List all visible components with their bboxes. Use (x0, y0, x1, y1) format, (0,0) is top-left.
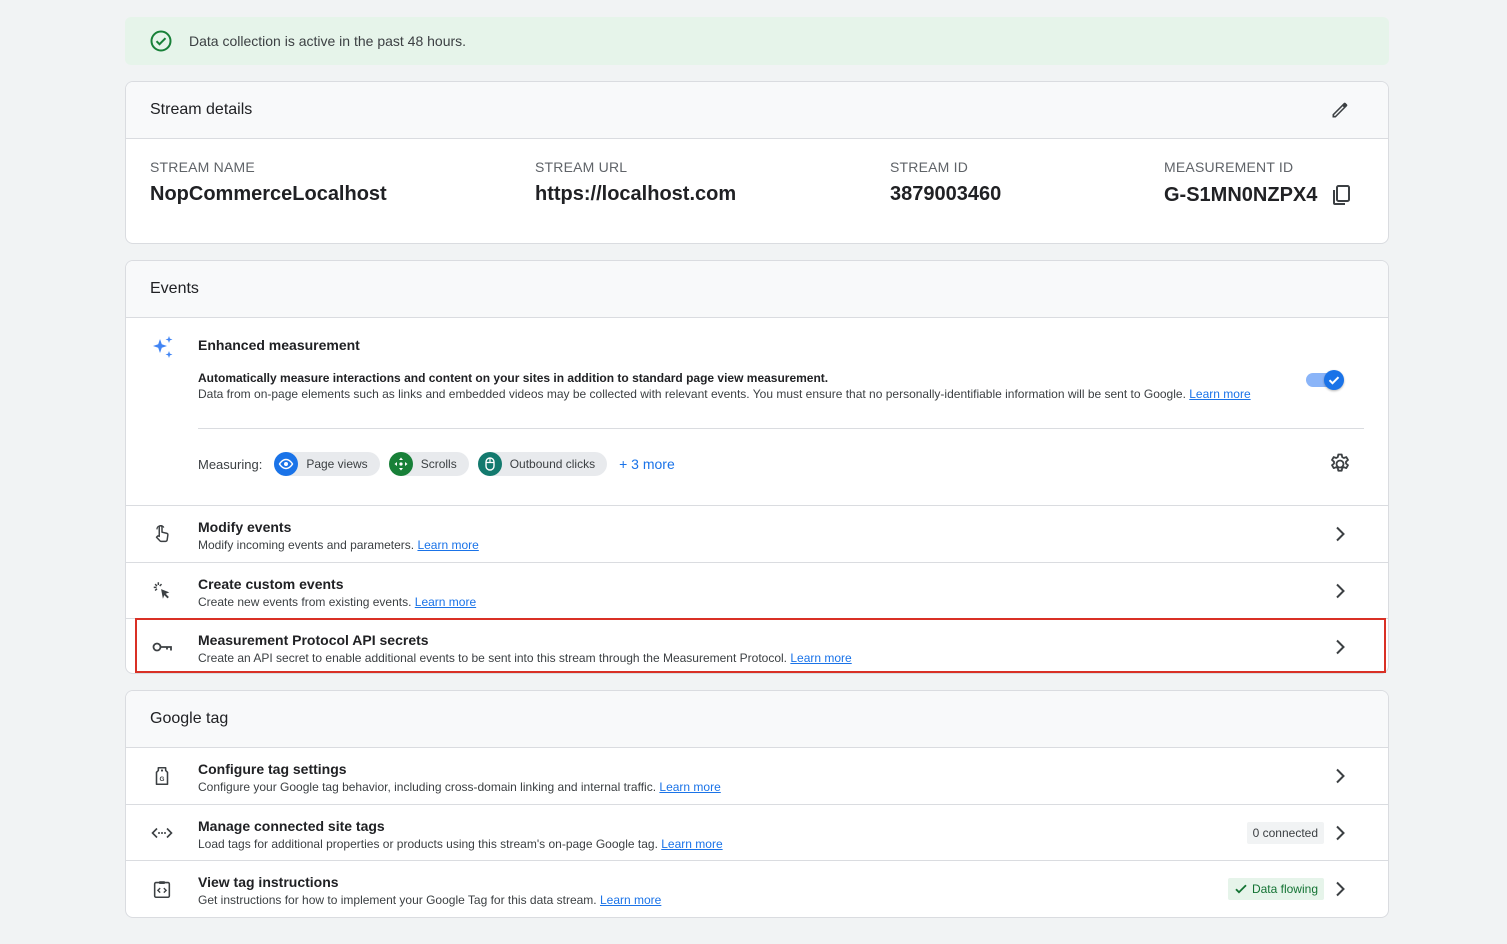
stream-id-label: STREAM ID (890, 159, 969, 175)
modify-events-desc-text: Modify incoming events and parameters. (198, 538, 415, 552)
view-tag-instructions-learn-more[interactable]: Learn more (600, 893, 661, 907)
banner-text: Data collection is active in the past 48… (189, 33, 467, 49)
stream-details-header: Stream details (126, 82, 1388, 139)
configure-tag-settings-learn-more[interactable]: Learn more (659, 780, 720, 794)
view-tag-instructions-title: View tag instructions (198, 874, 339, 890)
measurement-id-label: MEASUREMENT ID (1164, 159, 1294, 175)
chip-page-views[interactable]: Page views (274, 452, 380, 476)
enhanced-description-bold: Automatically measure interactions and c… (198, 371, 829, 385)
create-custom-events-desc-text: Create new events from existing events. (198, 595, 412, 609)
manage-connected-tags-desc: Load tags for additional properties or p… (198, 837, 723, 851)
chevron-right-icon (1328, 579, 1352, 603)
code-brackets-icon (150, 821, 174, 845)
eye-icon (274, 452, 299, 476)
modify-events-learn-more[interactable]: Learn more (417, 538, 478, 552)
measurement-protocol-desc-text: Create an API secret to enable additiona… (198, 651, 788, 665)
stream-id-value: 3879003460 (890, 183, 1002, 205)
enhanced-measurement-toggle[interactable] (1306, 368, 1344, 392)
chevron-right-icon (1328, 877, 1352, 901)
stream-url-field: STREAM URL https://localhost.com (535, 159, 736, 206)
stream-id-field: STREAM ID 3879003460 (890, 159, 1001, 206)
stream-details-title: Stream details (150, 101, 253, 118)
google-tag-header: Google tag (126, 691, 1388, 748)
configure-tag-settings-title: Configure tag settings (198, 761, 347, 777)
view-tag-instructions-row[interactable]: View tag instructions Get instructions f… (126, 860, 1388, 916)
data-flowing-label: Data flowing (1251, 882, 1318, 896)
create-custom-events-learn-more[interactable]: Learn more (415, 595, 476, 609)
sparkle-icon (150, 335, 176, 361)
modify-events-desc: Modify incoming events and parameters. L… (198, 538, 479, 552)
manage-connected-tags-title: Manage connected site tags (198, 818, 385, 834)
enhanced-measurement-section: Enhanced measurement Automatically measu… (126, 318, 1388, 506)
measurement-id-value: G-S1MN0NZPX4 (1164, 183, 1318, 206)
measurement-id-field: MEASUREMENT ID G-S1MN0NZPX4 (1164, 159, 1353, 207)
gear-icon[interactable] (1328, 452, 1352, 476)
stream-name-label: STREAM NAME (150, 159, 255, 175)
measurement-protocol-desc: Create an API secret to enable additiona… (198, 651, 852, 665)
measuring-row: Measuring: Page views Scrolls Outbound c… (198, 452, 675, 476)
measurement-protocol-learn-more[interactable]: Learn more (790, 651, 851, 665)
measurement-protocol-title: Measurement Protocol API secrets (198, 632, 429, 648)
measuring-label: Measuring: (198, 456, 263, 472)
modify-events-title: Modify events (198, 519, 292, 535)
configure-tag-settings-desc-text: Configure your Google tag behavior, incl… (198, 780, 657, 794)
events-card: Events Enhanced measurement Automaticall… (125, 260, 1389, 674)
enhanced-description-body: Data from on-page elements such as links… (198, 387, 1288, 402)
tag-icon: G (150, 764, 174, 788)
chip-outbound-clicks[interactable]: Outbound clicks (477, 452, 608, 476)
events-title: Events (150, 280, 199, 297)
chip-page-views-label: Page views (306, 457, 368, 471)
configure-tag-settings-desc: Configure your Google tag behavior, incl… (198, 780, 721, 794)
data-collection-banner: Data collection is active in the past 48… (125, 17, 1389, 65)
measurement-protocol-row[interactable]: Measurement Protocol API secrets Create … (126, 618, 1388, 673)
enhanced-divider (198, 428, 1364, 429)
stream-url-value: https://localhost.com (535, 183, 737, 205)
more-measurements-link[interactable]: + 3 more (619, 456, 675, 472)
connected-count-badge: 0 connected (1246, 822, 1324, 844)
chip-scrolls-label: Scrolls (420, 457, 457, 471)
enhanced-measurement-title: Enhanced measurement (198, 337, 360, 353)
chip-scrolls[interactable]: Scrolls (388, 452, 469, 476)
cursor-click-icon (150, 579, 174, 603)
chevron-right-icon (1328, 821, 1352, 845)
enhanced-description-text: Data from on-page elements such as links… (198, 387, 1186, 401)
chevron-right-icon (1328, 522, 1352, 546)
create-custom-events-title: Create custom events (198, 576, 344, 592)
stream-name-value: NopCommerceLocalhost (150, 183, 387, 205)
touch-hand-icon (150, 522, 174, 546)
copy-icon[interactable] (1329, 183, 1353, 207)
svg-text:G: G (160, 776, 165, 783)
manage-connected-tags-learn-more[interactable]: Learn more (661, 837, 722, 851)
view-tag-instructions-desc: Get instructions for how to implement yo… (198, 893, 661, 907)
chip-outbound-clicks-label: Outbound clicks (509, 457, 596, 471)
stream-details-card: Stream details STREAM NAME NopCommerceLo… (125, 81, 1389, 244)
chevron-right-icon (1328, 635, 1352, 659)
manage-connected-tags-row[interactable]: Manage connected site tags Load tags for… (126, 804, 1388, 860)
modify-events-row[interactable]: Modify events Modify incoming events and… (126, 506, 1388, 562)
mouse-icon (477, 452, 502, 476)
scroll-arrows-icon (388, 452, 413, 476)
google-tag-title: Google tag (150, 710, 229, 727)
toggle-check-icon (1324, 370, 1344, 390)
stream-name-field: STREAM NAME NopCommerceLocalhost (150, 159, 387, 206)
edit-pencil-icon[interactable] (1328, 98, 1352, 122)
create-custom-events-desc: Create new events from existing events. … (198, 595, 476, 609)
configure-tag-settings-row[interactable]: G Configure tag settings Configure your … (126, 748, 1388, 804)
check-circle-icon (149, 29, 173, 53)
chevron-right-icon (1328, 764, 1352, 788)
manage-connected-tags-desc-text: Load tags for additional properties or p… (198, 837, 658, 851)
enhanced-measurement-description: Automatically measure interactions and c… (198, 371, 1288, 402)
create-custom-events-row[interactable]: Create custom events Create new events f… (126, 562, 1388, 618)
data-flowing-badge: Data flowing (1227, 878, 1324, 900)
check-icon (1235, 884, 1247, 894)
google-tag-card: Google tag G Configure tag settings Conf… (125, 690, 1389, 918)
code-clipboard-icon (150, 877, 174, 901)
stream-url-label: STREAM URL (535, 159, 628, 175)
events-header: Events (126, 261, 1388, 318)
enhanced-learn-more-link[interactable]: Learn more (1189, 387, 1250, 401)
view-tag-instructions-desc-text: Get instructions for how to implement yo… (198, 893, 597, 907)
key-icon (150, 635, 174, 659)
measurement-id-row: G-S1MN0NZPX4 (1164, 183, 1353, 207)
